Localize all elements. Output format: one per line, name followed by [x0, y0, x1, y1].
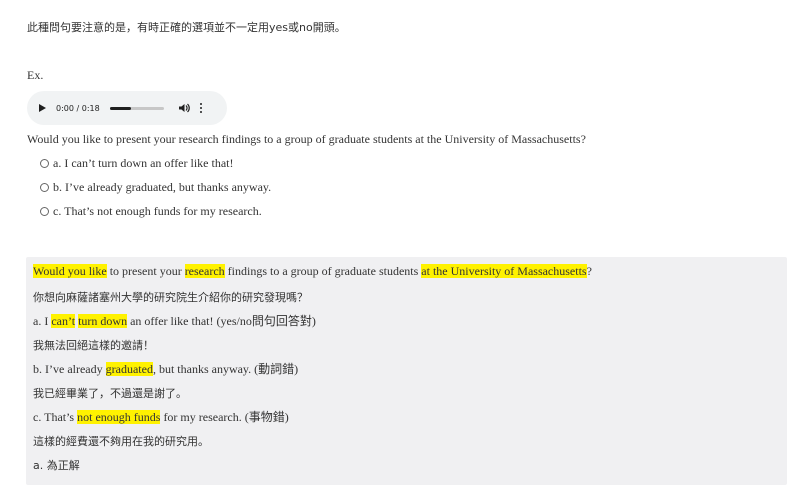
option-label: b. I’ve already graduated, but thanks an…: [53, 180, 272, 194]
option-label: c. That’s not enough funds for my resear…: [53, 204, 262, 218]
answer-option-c-translation: 這樣的經費還不夠用在我的研究用。: [33, 435, 209, 448]
answer-question-line: Would you like to present your research …: [33, 264, 592, 278]
intro-note: 此種問句要注意的是，有時正確的選項並不一定用yes或no開頭。: [27, 21, 346, 34]
highlight: at the University of Massachusetts: [421, 264, 587, 278]
answer-option-a: a. I can’t turn down an offer like that!…: [33, 314, 316, 328]
audio-progress-bar[interactable]: [109, 106, 164, 110]
example-label: Ex.: [27, 68, 44, 82]
answer-option-b-translation: 我已經畢業了，不過還是謝了。: [33, 387, 187, 400]
audio-progress-fill: [109, 106, 132, 110]
radio-icon[interactable]: [40, 183, 49, 192]
volume-icon[interactable]: [178, 102, 190, 114]
audio-time: 0:00 / 0:18: [56, 103, 100, 113]
highlight: research: [184, 264, 225, 278]
option-c[interactable]: c. That’s not enough funds for my resear…: [40, 204, 262, 219]
answer-option-a-translation: 我無法回絕這樣的邀請！: [33, 339, 154, 352]
option-label: a. I can’t turn down an offer like that!: [53, 156, 234, 170]
highlight: not enough funds: [77, 410, 161, 424]
radio-icon[interactable]: [40, 207, 49, 216]
highlight: turn down: [78, 314, 128, 328]
option-a[interactable]: a. I can’t turn down an offer like that!: [40, 156, 234, 171]
answer-explanation-box: Would you like to present your research …: [26, 257, 787, 485]
more-options-icon[interactable]: [199, 102, 203, 114]
highlight: graduated: [105, 362, 153, 376]
correct-answer-note: a. 為正解: [33, 459, 80, 472]
answer-option-c: c. That’s not enough funds for my resear…: [33, 410, 289, 424]
option-b[interactable]: b. I’ve already graduated, but thanks an…: [40, 180, 271, 195]
radio-icon[interactable]: [40, 159, 49, 168]
answer-option-b: b. I’ve already graduated, but thanks an…: [33, 362, 299, 376]
play-icon[interactable]: [39, 104, 46, 112]
highlight: can’t: [51, 314, 76, 328]
answer-question-translation: 你想向麻薩諸塞州大學的研究院生介紹你的研究發現嗎？: [33, 291, 308, 304]
highlight: Would you like: [33, 264, 107, 278]
question-text: Would you like to present your research …: [27, 132, 586, 146]
audio-player[interactable]: 0:00 / 0:18: [27, 91, 227, 125]
